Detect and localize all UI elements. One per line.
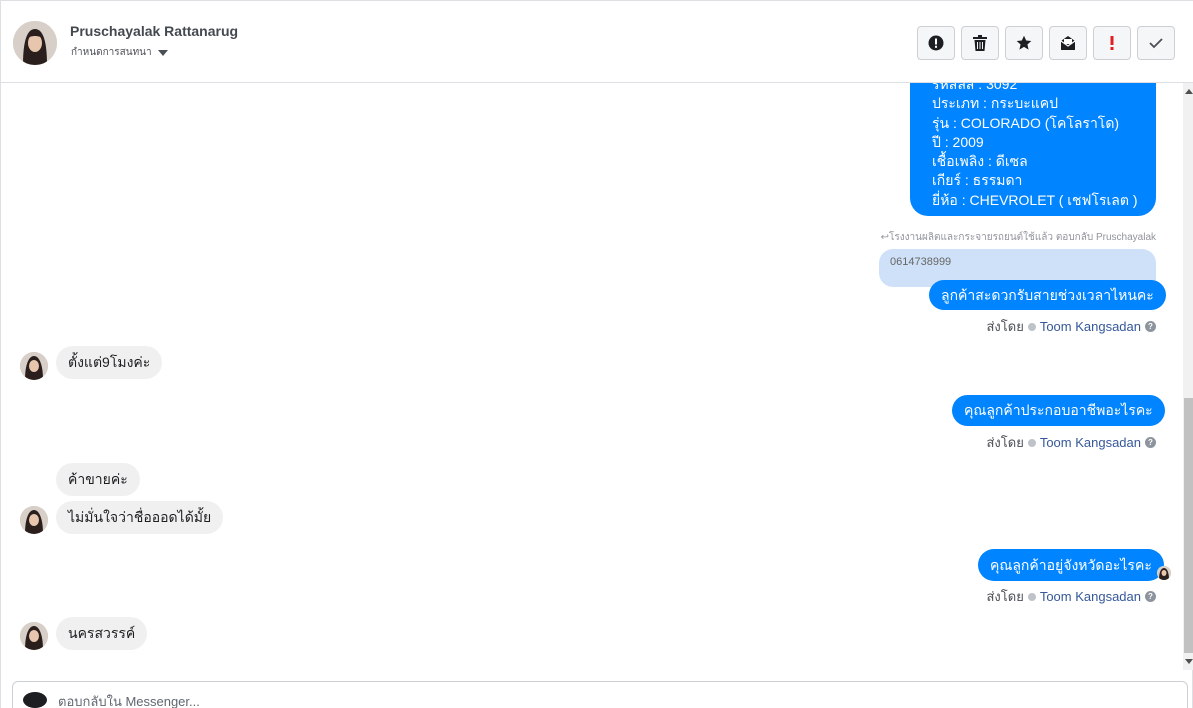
sent-by-label: ส่งโดย Toom Kangsadan ? — [986, 316, 1156, 337]
mark-unread-button[interactable] — [1049, 26, 1087, 60]
delete-button[interactable] — [961, 26, 999, 60]
assign-label: กำหนดการสนทนา — [71, 47, 152, 58]
reply-input[interactable] — [58, 694, 658, 708]
conversation-header: Pruschayalak Rattanarug กำหนดการสนทนา — [1, 0, 1193, 83]
spam-button[interactable] — [917, 26, 955, 60]
vehicle-code: รหัสลส : 3092 — [932, 83, 1018, 92]
help-icon[interactable]: ? — [1145, 591, 1156, 602]
mark-done-button[interactable] — [1137, 26, 1175, 60]
help-icon[interactable]: ? — [1145, 437, 1156, 448]
contact-avatar-small[interactable] — [20, 352, 48, 380]
assign-conversation-dropdown[interactable]: กำหนดการสนทนา — [71, 45, 168, 60]
contact-name[interactable]: Pruschayalak Rattanarug — [70, 23, 238, 39]
sent-by-label: ส่งโดย Toom Kangsadan ? — [986, 586, 1156, 607]
outgoing-message[interactable]: คุณลูกค้าประกอบอาชีพอะไรคะ — [952, 395, 1165, 426]
reply-icon: ↩ — [880, 232, 890, 243]
scroll-down-arrow-icon[interactable] — [1185, 659, 1193, 664]
scrollbar-thumb[interactable] — [1184, 398, 1193, 653]
incoming-message[interactable]: ค้าขายค่ะ — [56, 463, 140, 496]
star-icon — [1016, 35, 1032, 50]
checkmark-icon — [1149, 38, 1163, 49]
thread-scrollbar[interactable] — [1183, 83, 1193, 670]
sent-by-label: ส่งโดย Toom Kangsadan ? — [986, 432, 1156, 453]
reply-note: ↩โรงงานผลิตและกระจายรถยนต์ใช้แล้ว ตอบกลั… — [880, 232, 1156, 243]
star-button[interactable] — [1005, 26, 1043, 60]
incoming-message[interactable]: นครสวรรค์ — [56, 617, 148, 650]
contact-avatar[interactable] — [13, 21, 57, 65]
agent-name[interactable]: Toom Kangsadan — [1040, 589, 1141, 604]
trash-icon — [973, 35, 987, 51]
mark-unread-icon — [1060, 36, 1076, 50]
incoming-message[interactable]: ตั้งแต่9โมงค่ะ — [56, 346, 163, 379]
reply-composer[interactable] — [12, 681, 1188, 708]
vehicle-info-message[interactable]: รหัสลส : 3092 ประเภท : กระบะแคป รุ่น : C… — [910, 83, 1156, 216]
exclamation-icon — [1110, 36, 1114, 50]
caret-down-icon — [157, 49, 168, 56]
outgoing-message[interactable]: ลูกค้าสะดวกรับสายช่วงเวลาไหนคะ — [929, 280, 1166, 310]
vehicle-fuel: เชื้อเพลิง : ดีเซล — [932, 153, 1028, 170]
seen-indicator-avatar — [1157, 566, 1171, 580]
agent-status-icon — [1027, 438, 1036, 447]
contact-avatar-small[interactable] — [20, 622, 48, 650]
help-icon[interactable]: ? — [1145, 321, 1156, 332]
incoming-message[interactable]: ไม่มั่นใจว่าชื่อออดได้มั้ย — [56, 501, 224, 534]
agent-name[interactable]: Toom Kangsadan — [1040, 435, 1141, 450]
contact-avatar-small[interactable] — [20, 506, 48, 534]
agent-name[interactable]: Toom Kangsadan — [1040, 319, 1141, 334]
conversation-toolbar — [917, 26, 1175, 60]
agent-status-icon — [1027, 322, 1036, 331]
vehicle-brand: ยี่ห้อ : CHEVROLET ( เชฟโรเลต ) — [932, 191, 1138, 208]
vehicle-year: ปี : 2009 — [932, 133, 984, 150]
page-logo-icon — [23, 692, 47, 708]
vehicle-type: ประเภท : กระบะแคป — [932, 95, 1059, 112]
alert-circle-icon — [928, 35, 944, 51]
message-thread: รหัสลส : 3092 ประเภท : กระบะแคป รุ่น : C… — [2, 83, 1182, 670]
vehicle-model: รุ่น : COLORADO (โคโลราโด) — [932, 114, 1120, 131]
scroll-up-arrow-icon[interactable] — [1185, 89, 1193, 94]
agent-status-icon — [1027, 592, 1036, 601]
important-button[interactable] — [1093, 26, 1131, 60]
outgoing-message[interactable]: คุณลูกค้าอยู่จังหวัดอะไรคะ — [978, 549, 1164, 581]
conversation-panel: Pruschayalak Rattanarug กำหนดการสนทนา รห… — [0, 0, 1193, 708]
vehicle-gear: เกียร์ : ธรรมดา — [932, 172, 1023, 189]
